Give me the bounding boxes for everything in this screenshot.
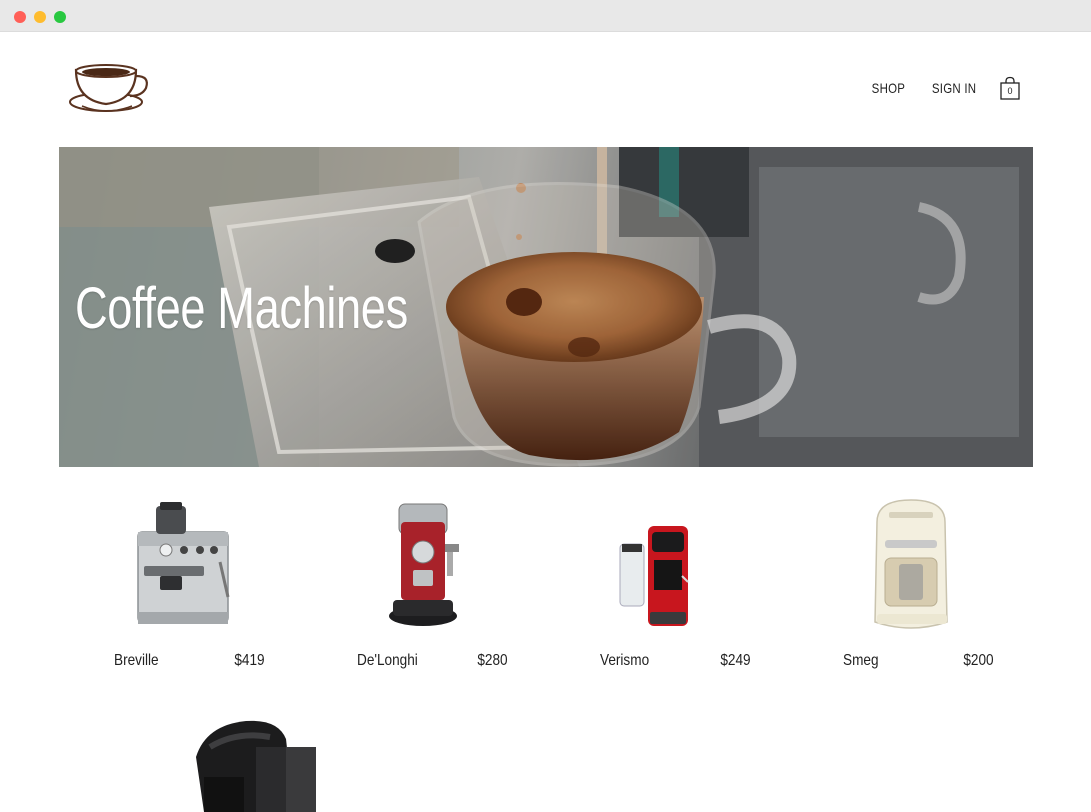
product-price: $200 xyxy=(963,652,994,669)
product-image xyxy=(116,492,246,637)
product-image xyxy=(196,720,316,812)
product-price: $249 xyxy=(720,652,751,669)
nav-sign-in-link[interactable]: SIGN IN xyxy=(932,80,976,96)
product-card[interactable]: De'Longhi $280 xyxy=(302,492,545,682)
product-name: Smeg xyxy=(843,652,879,669)
product-name: Breville xyxy=(114,652,159,669)
nav-shop-link[interactable]: SHOP xyxy=(872,80,906,96)
hero-banner: Coffee Machines xyxy=(59,147,1033,467)
product-price: $280 xyxy=(477,652,508,669)
product-price: $419 xyxy=(234,652,265,669)
product-image xyxy=(602,492,732,637)
product-name: Verismo xyxy=(600,652,650,669)
shopping-bag-icon[interactable]: 0 xyxy=(999,76,1021,100)
product-name: De'Longhi xyxy=(357,652,418,669)
top-navigation: SHOP SIGN IN 0 xyxy=(850,76,1021,100)
minimize-window-button[interactable] xyxy=(34,11,46,23)
product-image xyxy=(845,492,975,637)
product-card[interactable]: Breville $419 xyxy=(59,492,302,682)
product-image xyxy=(359,492,489,637)
close-window-button[interactable] xyxy=(14,11,26,23)
product-card[interactable]: Smeg $200 xyxy=(788,492,1031,682)
coffee-cup-icon[interactable] xyxy=(68,60,152,120)
product-card[interactable]: Verismo $249 xyxy=(545,492,788,682)
product-card[interactable] xyxy=(186,717,326,812)
cart-count: 0 xyxy=(1007,86,1013,96)
maximize-window-button[interactable] xyxy=(54,11,66,23)
window-titlebar xyxy=(0,0,1091,32)
page-title: Coffee Machines xyxy=(75,276,408,341)
